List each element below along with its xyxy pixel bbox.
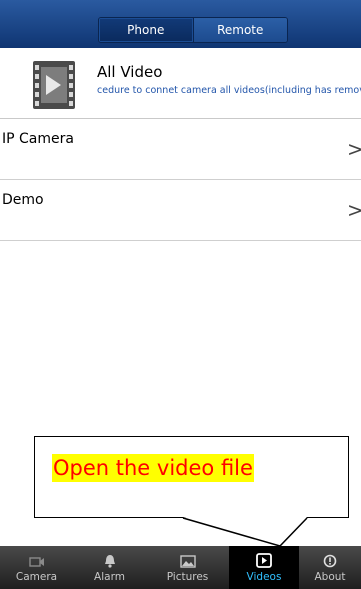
nav-pictures[interactable]: Pictures [146,546,229,589]
list-item-ip-camera[interactable]: IP Camera > [0,119,361,180]
nav-camera-label: Camera [15,571,58,583]
callout-text: Open the video file [52,454,254,482]
bottom-nav: Camera Alarm Pictures Videos About [0,546,361,589]
all-video-subtitle: cedure to connet camera all videos(inclu… [97,85,361,96]
camera-icon [28,553,45,572]
list-item-label: Demo [2,192,44,208]
picture-icon [179,553,196,572]
nav-videos[interactable]: Videos [229,546,299,589]
nav-camera[interactable]: Camera [0,546,73,589]
top-bar: Phone Remote [0,0,361,48]
nav-pictures-label: Pictures [166,571,209,583]
all-video-title: All Video [97,63,163,81]
list-item-demo[interactable]: Demo > [0,180,361,241]
tab-phone[interactable]: Phone [99,18,193,42]
all-video-row[interactable]: All Video cedure to connet camera all vi… [0,52,361,119]
instruction-callout: Open the video file [34,436,349,518]
source-segmented-control: Phone Remote [98,17,288,43]
nav-about[interactable]: About [299,546,361,589]
nav-alarm[interactable]: Alarm [73,546,146,589]
bell-icon [103,553,117,572]
nav-videos-label: Videos [246,571,282,583]
chevron-right-icon: > [347,198,361,222]
video-icon [256,553,272,572]
list-item-label: IP Camera [2,131,74,147]
chevron-right-icon: > [347,137,361,161]
tab-remote[interactable]: Remote [192,18,287,42]
nav-about-label: About [314,571,346,583]
info-icon [323,553,337,572]
nav-alarm-label: Alarm [94,571,125,583]
film-play-icon [33,61,75,109]
